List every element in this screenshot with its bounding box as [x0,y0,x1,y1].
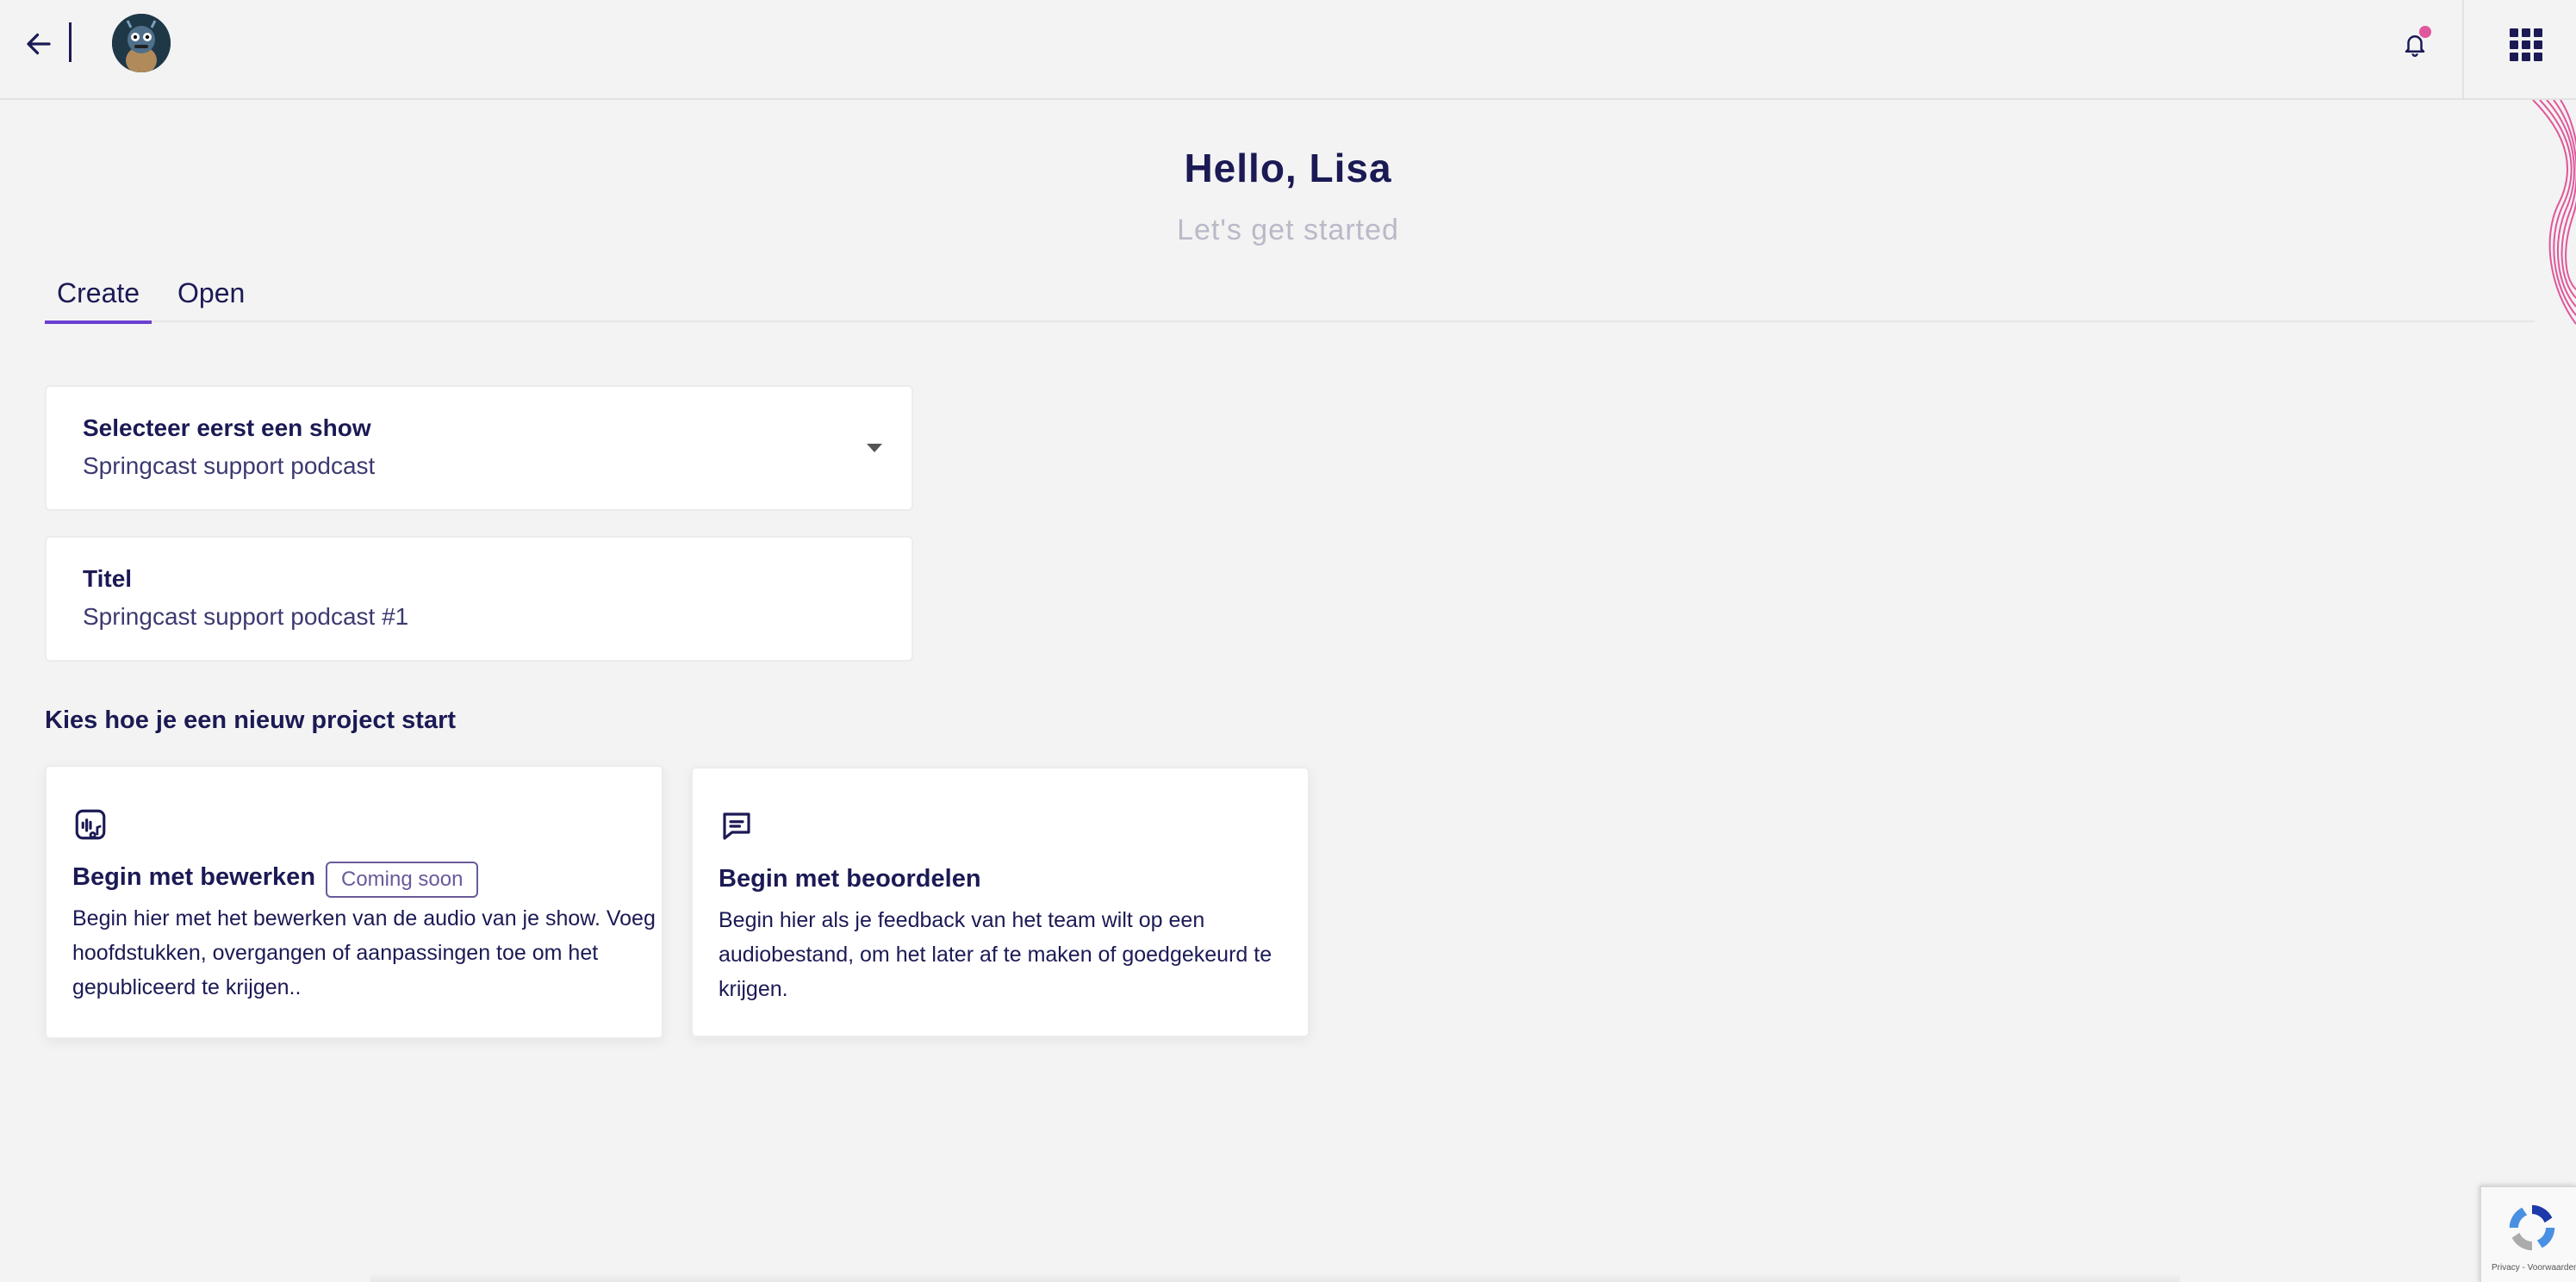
start-reviewing-card[interactable]: Begin met beoordelen Begin hier als je f… [691,767,1310,1037]
tab-open[interactable]: Open [165,271,257,324]
notifications-button[interactable] [2393,22,2436,65]
start-editing-description: Begin hier met het bewerken van de audio… [72,906,656,999]
title-field[interactable]: Titel Springcast support podcast #1 [45,536,913,662]
recaptcha-badge[interactable]: Privacy - Voorwaarden [2480,1186,2576,1282]
user-avatar[interactable] [112,14,171,72]
coming-soon-badge: Coming soon [326,862,479,898]
tab-bar: Create Open [45,267,2535,324]
notification-dot [2419,26,2431,38]
avatar-image [112,14,171,72]
title-field-label: Titel [83,565,133,592]
start-editing-title: Begin met bewerken [72,863,316,891]
back-button[interactable] [19,24,59,64]
greeting-title: Hello, Lisa [1184,146,1392,190]
chevron-down-icon [867,444,882,452]
bottom-shadow [370,1273,2180,1282]
arrow-left-icon [27,33,51,55]
top-bar-vertical-divider [2462,0,2464,100]
title-field-value: Springcast support podcast #1 [83,603,409,630]
greeting-subtitle: Let's get started [1177,214,1399,246]
show-select-value: Springcast support podcast [83,452,376,479]
top-bar-divider [69,22,72,62]
recaptcha-footer[interactable]: Privacy - Voorwaarden [2492,1263,2576,1273]
chat-message-icon [723,812,750,840]
grid-apps-icon [2510,28,2518,37]
start-reviewing-title: Begin met beoordelen [719,865,981,893]
audio-edit-icon [75,809,106,840]
top-bar [0,0,2576,100]
start-reviewing-description: Begin hier als je feedback van het team … [719,908,1272,1001]
page: Hello, Lisa Let's get started Create Ope… [0,0,2576,1282]
start-editing-card[interactable]: Begin met bewerken Coming soon Begin hie… [45,765,663,1039]
recaptcha-icon [2509,1204,2555,1251]
tab-create[interactable]: Create [45,271,152,324]
show-select-label: Selecteer eerst een show [83,414,371,441]
apps-grid-button[interactable] [2507,26,2542,61]
project-section-heading: Kies hoe je een nieuw project start [45,706,457,734]
show-select[interactable]: Selecteer eerst een show Springcast supp… [45,385,913,511]
